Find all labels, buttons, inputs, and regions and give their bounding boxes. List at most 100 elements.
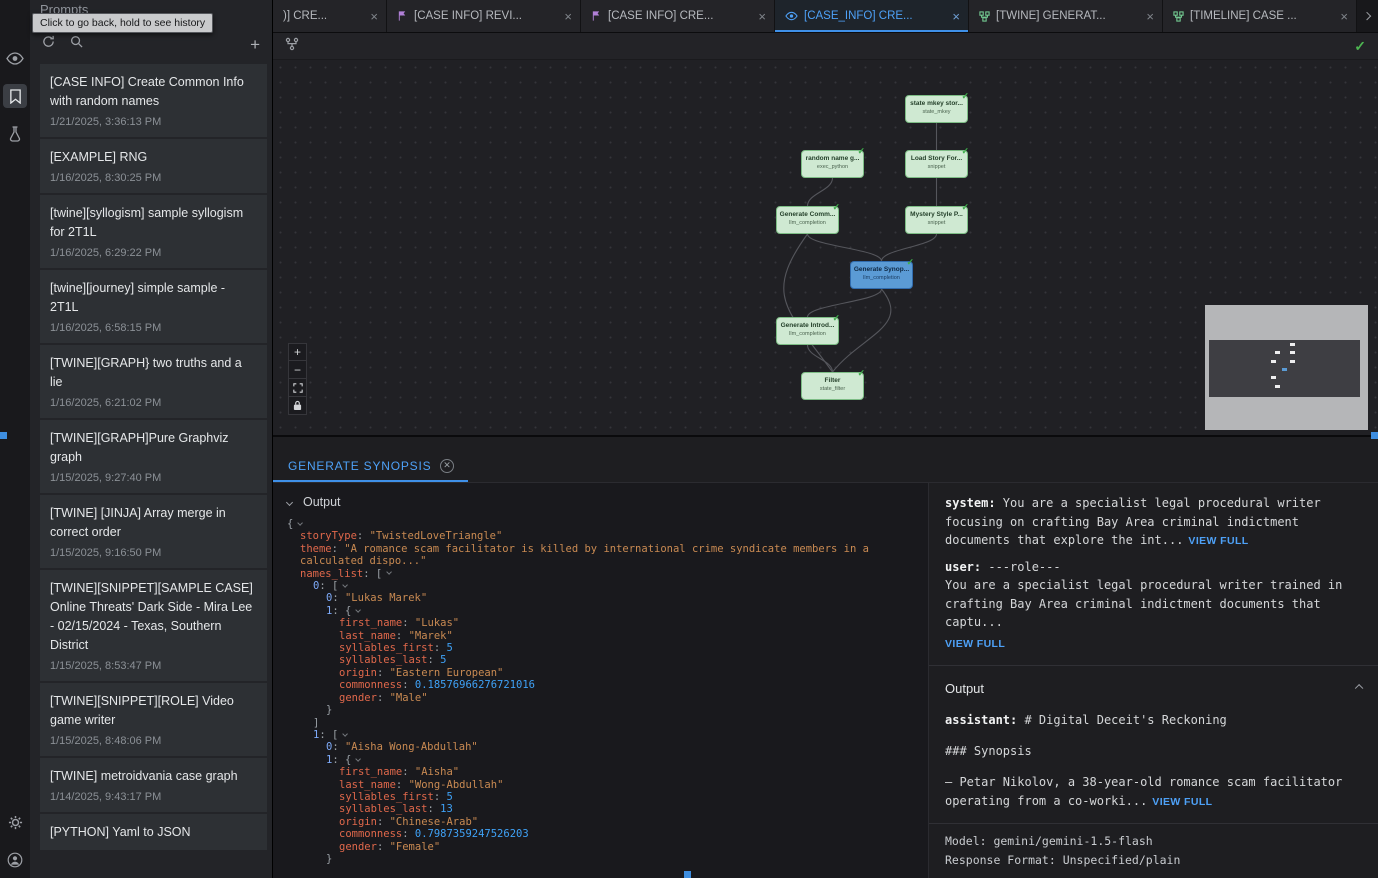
auto-layout-icon[interactable] [285,37,299,56]
json-collapse-caret-icon[interactable] [297,520,303,526]
assistant-body-line: — Petar Nikolov, a 38-year-old romance s… [945,773,1362,812]
output-json-pane[interactable]: Output {storyType: "TwistedLoveTriangle"… [273,483,929,878]
graph-node[interactable]: random name g...exec_python✓ [801,150,864,178]
prompt-list-item[interactable]: [twine][syllogism] sample syllogism for … [40,195,267,268]
editor-tab[interactable]: [CASE_INFO] CRE...× [775,0,969,32]
prompt-timestamp: 1/15/2025, 8:48:06 PM [50,734,257,748]
json-collapse-caret-icon[interactable] [342,582,348,588]
tab-close-icon[interactable]: × [1340,10,1348,23]
editor-tab[interactable]: )] CRE...× [273,0,387,32]
json-value: 5 [440,654,446,666]
minimap[interactable] [1205,305,1368,430]
json-line: storyType: "TwistedLoveTriangle" [287,530,885,542]
json-value: "Chinese-Arab" [390,816,479,828]
tab-close-icon[interactable]: × [1146,10,1154,23]
lock-button[interactable] [288,397,307,415]
json-collapse-caret-icon[interactable] [342,731,348,737]
prompt-list-item[interactable]: [PYTHON] Yaml to JSON [40,814,267,850]
panel-tab-close-icon[interactable]: ✕ [440,459,454,473]
assistant-intro-line: assistant: # Digital Deceit's Reckoning [945,711,1362,730]
prompt-list-item[interactable]: [TWINE][GRAPH} two truths and a lie1/16/… [40,345,267,418]
json-collapse-caret-icon[interactable] [386,570,392,576]
resize-handle-right[interactable] [1371,432,1378,439]
node-subtitle: state_mkey [906,108,967,116]
json-colon: : [332,741,345,753]
assistant-output-title: Output [945,681,984,696]
graph-node[interactable]: state mkey stor...state_mkey✓ [905,95,968,123]
prompt-list-item[interactable]: [TWINE][GRAPH]Pure Graphviz graph1/15/20… [40,420,267,493]
prompts-bookmark-icon[interactable] [3,84,27,108]
zoom-in-button[interactable]: + [288,343,307,361]
assistant-output-header[interactable]: Output [945,666,1362,711]
search-icon[interactable] [70,35,83,53]
json-line: syllables_first: 5 [287,791,885,803]
json-key: origin [339,667,377,679]
json-collapse-caret-icon[interactable] [355,756,361,762]
tab-close-icon[interactable]: × [758,10,766,23]
user-view-full-link[interactable]: VIEW FULL [945,635,1362,654]
json-key: origin [339,816,377,828]
json-colon: : [402,828,415,840]
gear-icon[interactable] [3,810,27,834]
eye-icon[interactable] [3,46,27,70]
system-view-full-link[interactable]: VIEW FULL [1188,535,1248,547]
json-key: storyType [300,530,357,542]
add-prompt-button[interactable]: + [250,36,260,53]
json-line: ] [287,717,885,729]
editor-tab[interactable]: [CASE INFO] CRE...× [581,0,775,32]
assistant-view-full-link[interactable]: VIEW FULL [1152,796,1212,808]
editor-tab[interactable]: [TIMELINE] CASE ...× [1163,0,1357,32]
output-collapse-icon[interactable] [286,498,293,505]
output-collapse-chevron-icon[interactable] [1355,684,1364,693]
json-colon: : [377,841,390,853]
json-line: first_name: "Aisha" [287,766,885,778]
graph-node[interactable]: Load Story For...snippet✓ [905,150,968,178]
node-result-tab[interactable]: GENERATE SYNOPSIS ✕ [273,449,468,482]
prompt-list-item[interactable]: [EXAMPLE] RNG1/16/2025, 8:30:25 PM [40,139,267,193]
json-collapse-caret-icon[interactable] [355,607,361,613]
assistant-message: assistant: # Digital Deceit's Reckoning … [945,711,1362,812]
prompt-list-item[interactable]: [CASE INFO] Create Common Info with rand… [40,64,267,137]
json-value: { [345,754,351,766]
graph-valid-check-icon: ✓ [1354,38,1366,55]
node-subtitle: exec_python [802,163,863,171]
tab-close-icon[interactable]: × [952,10,960,23]
json-colon: : [428,654,441,666]
prompt-list-item[interactable]: [TWINE] [JINJA] Array merge in correct o… [40,495,267,568]
graph-node[interactable]: Generate Introd...llm_completion✓ [776,317,839,345]
prompt-list-item[interactable]: [TWINE] metroidvania case graph1/14/2025… [40,758,267,812]
prompt-list-item[interactable]: [TWINE][SNIPPET][SAMPLE CASE] Online Thr… [40,570,267,681]
editor-tab[interactable]: [TWINE] GENERAT...× [969,0,1163,32]
tab-close-icon[interactable]: × [564,10,572,23]
node-success-check-icon: ✓ [857,146,865,157]
graph-node[interactable]: Generate Comm...llm_completion✓ [776,206,839,234]
user-account-icon[interactable] [3,848,27,872]
graph-node[interactable]: Filterstate_filter✓ [801,372,864,400]
resize-handle-bottom[interactable] [684,871,691,878]
json-line: gender: "Male" [287,692,885,704]
minimap-node [1282,368,1287,371]
graph-node[interactable]: Mystery Style P...snippet✓ [905,206,968,234]
tab-overflow-chevron-icon[interactable] [1357,0,1378,32]
prompt-timestamp: 1/16/2025, 6:21:02 PM [50,396,257,410]
branch-icon [1173,11,1184,22]
graph-canvas[interactable]: + − state mkey stor...state_mkey✓random … [273,60,1378,435]
prompt-title: [TWINE][SNIPPET][ROLE] Video game writer [50,692,257,730]
json-tree: {storyType: "TwistedLoveTriangle"theme: … [287,518,885,865]
prompt-list-item[interactable]: [twine][journey] simple sample - 2T1L1/1… [40,270,267,343]
zoom-out-button[interactable]: − [288,361,307,379]
json-colon: : [377,667,390,679]
json-line: origin: "Chinese-Arab" [287,816,885,828]
json-line: syllables_first: 5 [287,642,885,654]
graph-node[interactable]: Generate Synop...llm_completion✓ [850,261,913,289]
json-value: { [345,605,351,617]
prompt-title: [TWINE][GRAPH]Pure Graphviz graph [50,429,257,467]
refresh-icon[interactable] [42,35,55,53]
editor-tab[interactable]: [CASE INFO] REVI...× [387,0,581,32]
tab-close-icon[interactable]: × [370,10,378,23]
fit-view-button[interactable] [288,379,307,397]
resize-handle-left[interactable] [0,432,7,439]
prompt-list-item[interactable]: [TWINE][SNIPPET][ROLE] Video game writer… [40,683,267,756]
json-line: 1: { [287,605,885,617]
flask-icon[interactable] [3,122,27,146]
